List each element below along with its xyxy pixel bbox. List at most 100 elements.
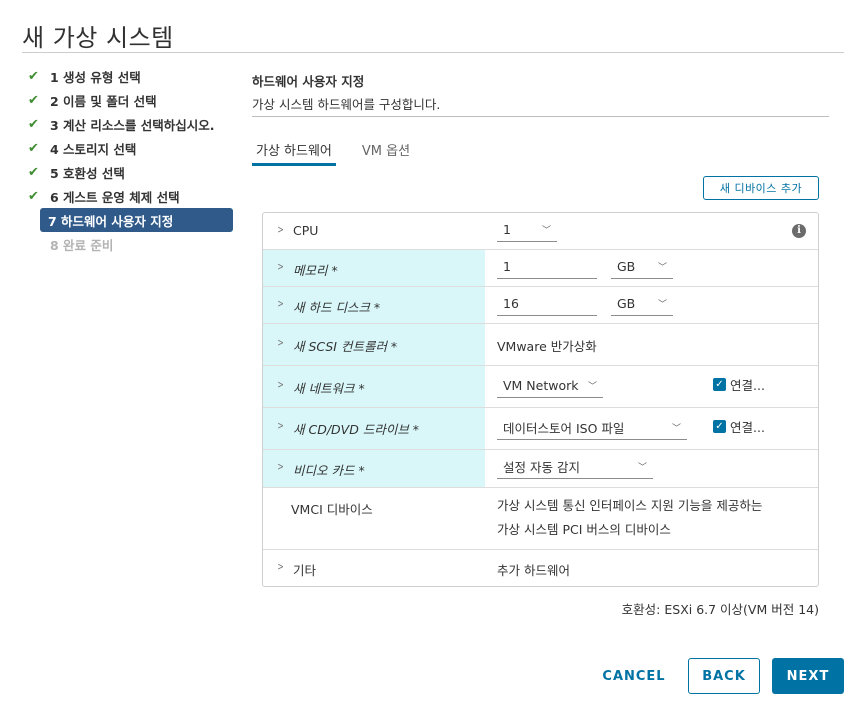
network-value-cell: VM Network ﹀ ✓ 연결... — [485, 366, 818, 407]
other-value-cell: 추가 하드웨어 — [485, 550, 818, 586]
cpu-value-cell: 1 ﹀ i — [485, 213, 818, 249]
cancel-button[interactable]: CANCEL — [596, 658, 672, 694]
scsi-label-cell[interactable]: > 새 SCSI 컨트롤러 * — [263, 324, 485, 365]
chevron-right-icon[interactable]: > — [277, 378, 288, 391]
content-subtitle: 가상 시스템 하드웨어를 구성합니다. — [252, 97, 441, 112]
chevron-down-icon: ﹀ — [657, 300, 667, 310]
checkbox-checked-icon[interactable]: ✓ — [713, 420, 726, 433]
video-label: 비디오 카드 * — [293, 463, 365, 478]
cpu-count-value: 1 — [503, 222, 511, 237]
vmci-label-cell: VMCI 디바이스 — [263, 488, 485, 549]
step-2[interactable]: ✔ 2 이름 및 폴더 선택 — [28, 88, 234, 112]
disk-unit-value: GB — [617, 296, 636, 311]
title-divider — [22, 52, 844, 53]
disk-unit-select[interactable]: GB ﹀ — [611, 294, 673, 316]
chevron-right-icon[interactable]: > — [277, 223, 288, 236]
memory-value-cell: 1 GB ﹀ — [485, 250, 818, 286]
dialog-title: 새 가상 시스템 — [22, 24, 174, 52]
step-4[interactable]: ✔ 4 스토리지 선택 — [28, 136, 234, 160]
step-label: 7 하드웨어 사용자 지정 — [48, 213, 174, 229]
content-title: 하드웨어 사용자 지정 — [252, 74, 365, 89]
chevron-right-icon[interactable]: > — [277, 297, 288, 310]
memory-unit-select[interactable]: GB ﹀ — [611, 257, 673, 279]
step-label: 4 스토리지 선택 — [50, 141, 137, 157]
checkbox-checked-icon[interactable]: ✓ — [713, 378, 726, 391]
disk-label-cell[interactable]: > 새 하드 디스크 * — [263, 287, 485, 323]
step-label: 3 계산 리소스를 선택하십시오. — [50, 117, 215, 133]
add-new-device-button[interactable]: 새 디바이스 추가 — [703, 176, 819, 200]
step-label: 2 이름 및 폴더 선택 — [50, 93, 157, 109]
tab-virtual-hardware[interactable]: 가상 하드웨어 — [252, 138, 336, 166]
chevron-down-icon: ﹀ — [637, 463, 647, 473]
video-label-cell[interactable]: > 비디오 카드 * — [263, 450, 485, 487]
cddvd-source-select[interactable]: 데이터스토어 ISO 파일 ﹀ — [497, 418, 687, 440]
step-7-active[interactable]: 7 하드웨어 사용자 지정 — [40, 208, 233, 232]
chevron-down-icon: ﹀ — [657, 263, 667, 273]
cddvd-connect-checkbox[interactable]: ✓ 연결... — [713, 417, 765, 436]
chevron-right-icon[interactable]: > — [277, 560, 288, 573]
vmci-value-cell: 가상 시스템 통신 인터페이스 지원 기능을 제공하는 가상 시스템 PCI 버… — [485, 483, 818, 549]
next-button[interactable]: NEXT — [772, 658, 844, 694]
chevron-down-icon: ﹀ — [541, 226, 551, 236]
video-card-select[interactable]: 설정 자동 감지 ﹀ — [497, 457, 653, 479]
cpu-label: CPU — [293, 223, 319, 238]
step-5[interactable]: ✔ 5 호환성 선택 — [28, 160, 234, 184]
other-label-cell[interactable]: > 기타 — [263, 550, 485, 586]
step-3[interactable]: ✔ 3 계산 리소스를 선택하십시오. — [28, 112, 234, 136]
checkmark-icon: ✔ — [28, 188, 39, 204]
memory-label: 메모리 * — [293, 263, 338, 278]
hardware-row-scsi: > 새 SCSI 컨트롤러 * VMware 반가상화 — [263, 324, 818, 366]
step-label: 1 생성 유형 선택 — [50, 69, 141, 85]
checkmark-icon: ✔ — [28, 68, 39, 84]
vmci-description-line2: 가상 시스템 PCI 버스의 디바이스 — [497, 522, 671, 537]
disk-size-input[interactable]: 16 — [497, 294, 597, 316]
cpu-label-cell[interactable]: > CPU — [263, 213, 485, 249]
cddvd-label: 새 CD/DVD 드라이브 * — [293, 422, 420, 437]
chevron-right-icon[interactable]: > — [277, 260, 288, 273]
other-label: 기타 — [293, 563, 317, 578]
step-1[interactable]: ✔ 1 생성 유형 선택 — [28, 64, 234, 88]
cpu-count-select[interactable]: 1 ﹀ — [497, 220, 557, 242]
info-icon[interactable]: i — [792, 224, 806, 238]
network-connect-checkbox[interactable]: ✓ 연결... — [713, 375, 765, 394]
disk-label: 새 하드 디스크 * — [293, 300, 381, 315]
chevron-right-icon[interactable]: > — [277, 460, 288, 473]
chevron-right-icon[interactable]: > — [277, 336, 288, 349]
compatibility-text: 호환성: ESXi 6.7 이상(VM 버전 14) — [621, 602, 819, 617]
chevron-down-icon: ﹀ — [587, 382, 597, 392]
chevron-right-icon[interactable]: > — [277, 419, 288, 432]
memory-size-input[interactable]: 1 — [497, 257, 597, 279]
cddvd-value-cell: 데이터스토어 ISO 파일 ﹀ ✓ 연결... — [485, 408, 818, 449]
network-connect-label: 연결... — [730, 378, 765, 393]
step-6[interactable]: ✔ 6 게스트 운영 체제 선택 — [28, 184, 234, 208]
scsi-label: 새 SCSI 컨트롤러 * — [293, 339, 398, 354]
network-label-cell[interactable]: > 새 네트워크 * — [263, 366, 485, 407]
cddvd-label-cell[interactable]: > 새 CD/DVD 드라이브 * — [263, 408, 485, 449]
cddvd-source-value: 데이터스토어 ISO 파일 — [503, 421, 625, 436]
network-select[interactable]: VM Network ﹀ — [497, 376, 603, 398]
checkmark-icon: ✔ — [28, 116, 39, 132]
hardware-row-cddvd: > 새 CD/DVD 드라이브 * 데이터스토어 ISO 파일 ﹀ ✓ 연결... — [263, 408, 818, 450]
chevron-down-icon: ﹀ — [671, 424, 681, 434]
tab-bar: 가상 하드웨어 VM 옵션 — [252, 138, 436, 168]
hardware-row-other: > 기타 추가 하드웨어 — [263, 550, 818, 586]
memory-unit-value: GB — [617, 259, 636, 274]
hardware-row-cpu: > CPU 1 ﹀ i — [263, 213, 818, 250]
memory-label-cell[interactable]: > 메모리 * — [263, 250, 485, 286]
step-label: 6 게스트 운영 체제 선택 — [50, 189, 180, 205]
network-value: VM Network — [503, 378, 579, 393]
vmci-label: VMCI 디바이스 — [291, 502, 373, 517]
checkmark-icon: ✔ — [28, 140, 39, 156]
tab-vm-options[interactable]: VM 옵션 — [358, 138, 414, 166]
scsi-value-cell: VMware 반가상화 — [485, 324, 818, 365]
hardware-row-network: > 새 네트워크 * VM Network ﹀ ✓ 연결... — [263, 366, 818, 408]
hardware-row-vmci: VMCI 디바이스 가상 시스템 통신 인터페이스 지원 기능을 제공하는 가상… — [263, 488, 818, 550]
back-button[interactable]: BACK — [688, 658, 760, 694]
other-value: 추가 하드웨어 — [497, 563, 570, 578]
network-label: 새 네트워크 * — [293, 381, 365, 396]
disk-value-cell: 16 GB ﹀ — [485, 287, 818, 323]
wizard-steps: ✔ 1 생성 유형 선택 ✔ 2 이름 및 폴더 선택 ✔ 3 계산 리소스를 선택하… — [28, 64, 234, 256]
cddvd-connect-label: 연결... — [730, 420, 765, 435]
hardware-row-hard-disk: > 새 하드 디스크 * 16 GB ﹀ — [263, 287, 818, 324]
header-divider — [252, 116, 829, 117]
